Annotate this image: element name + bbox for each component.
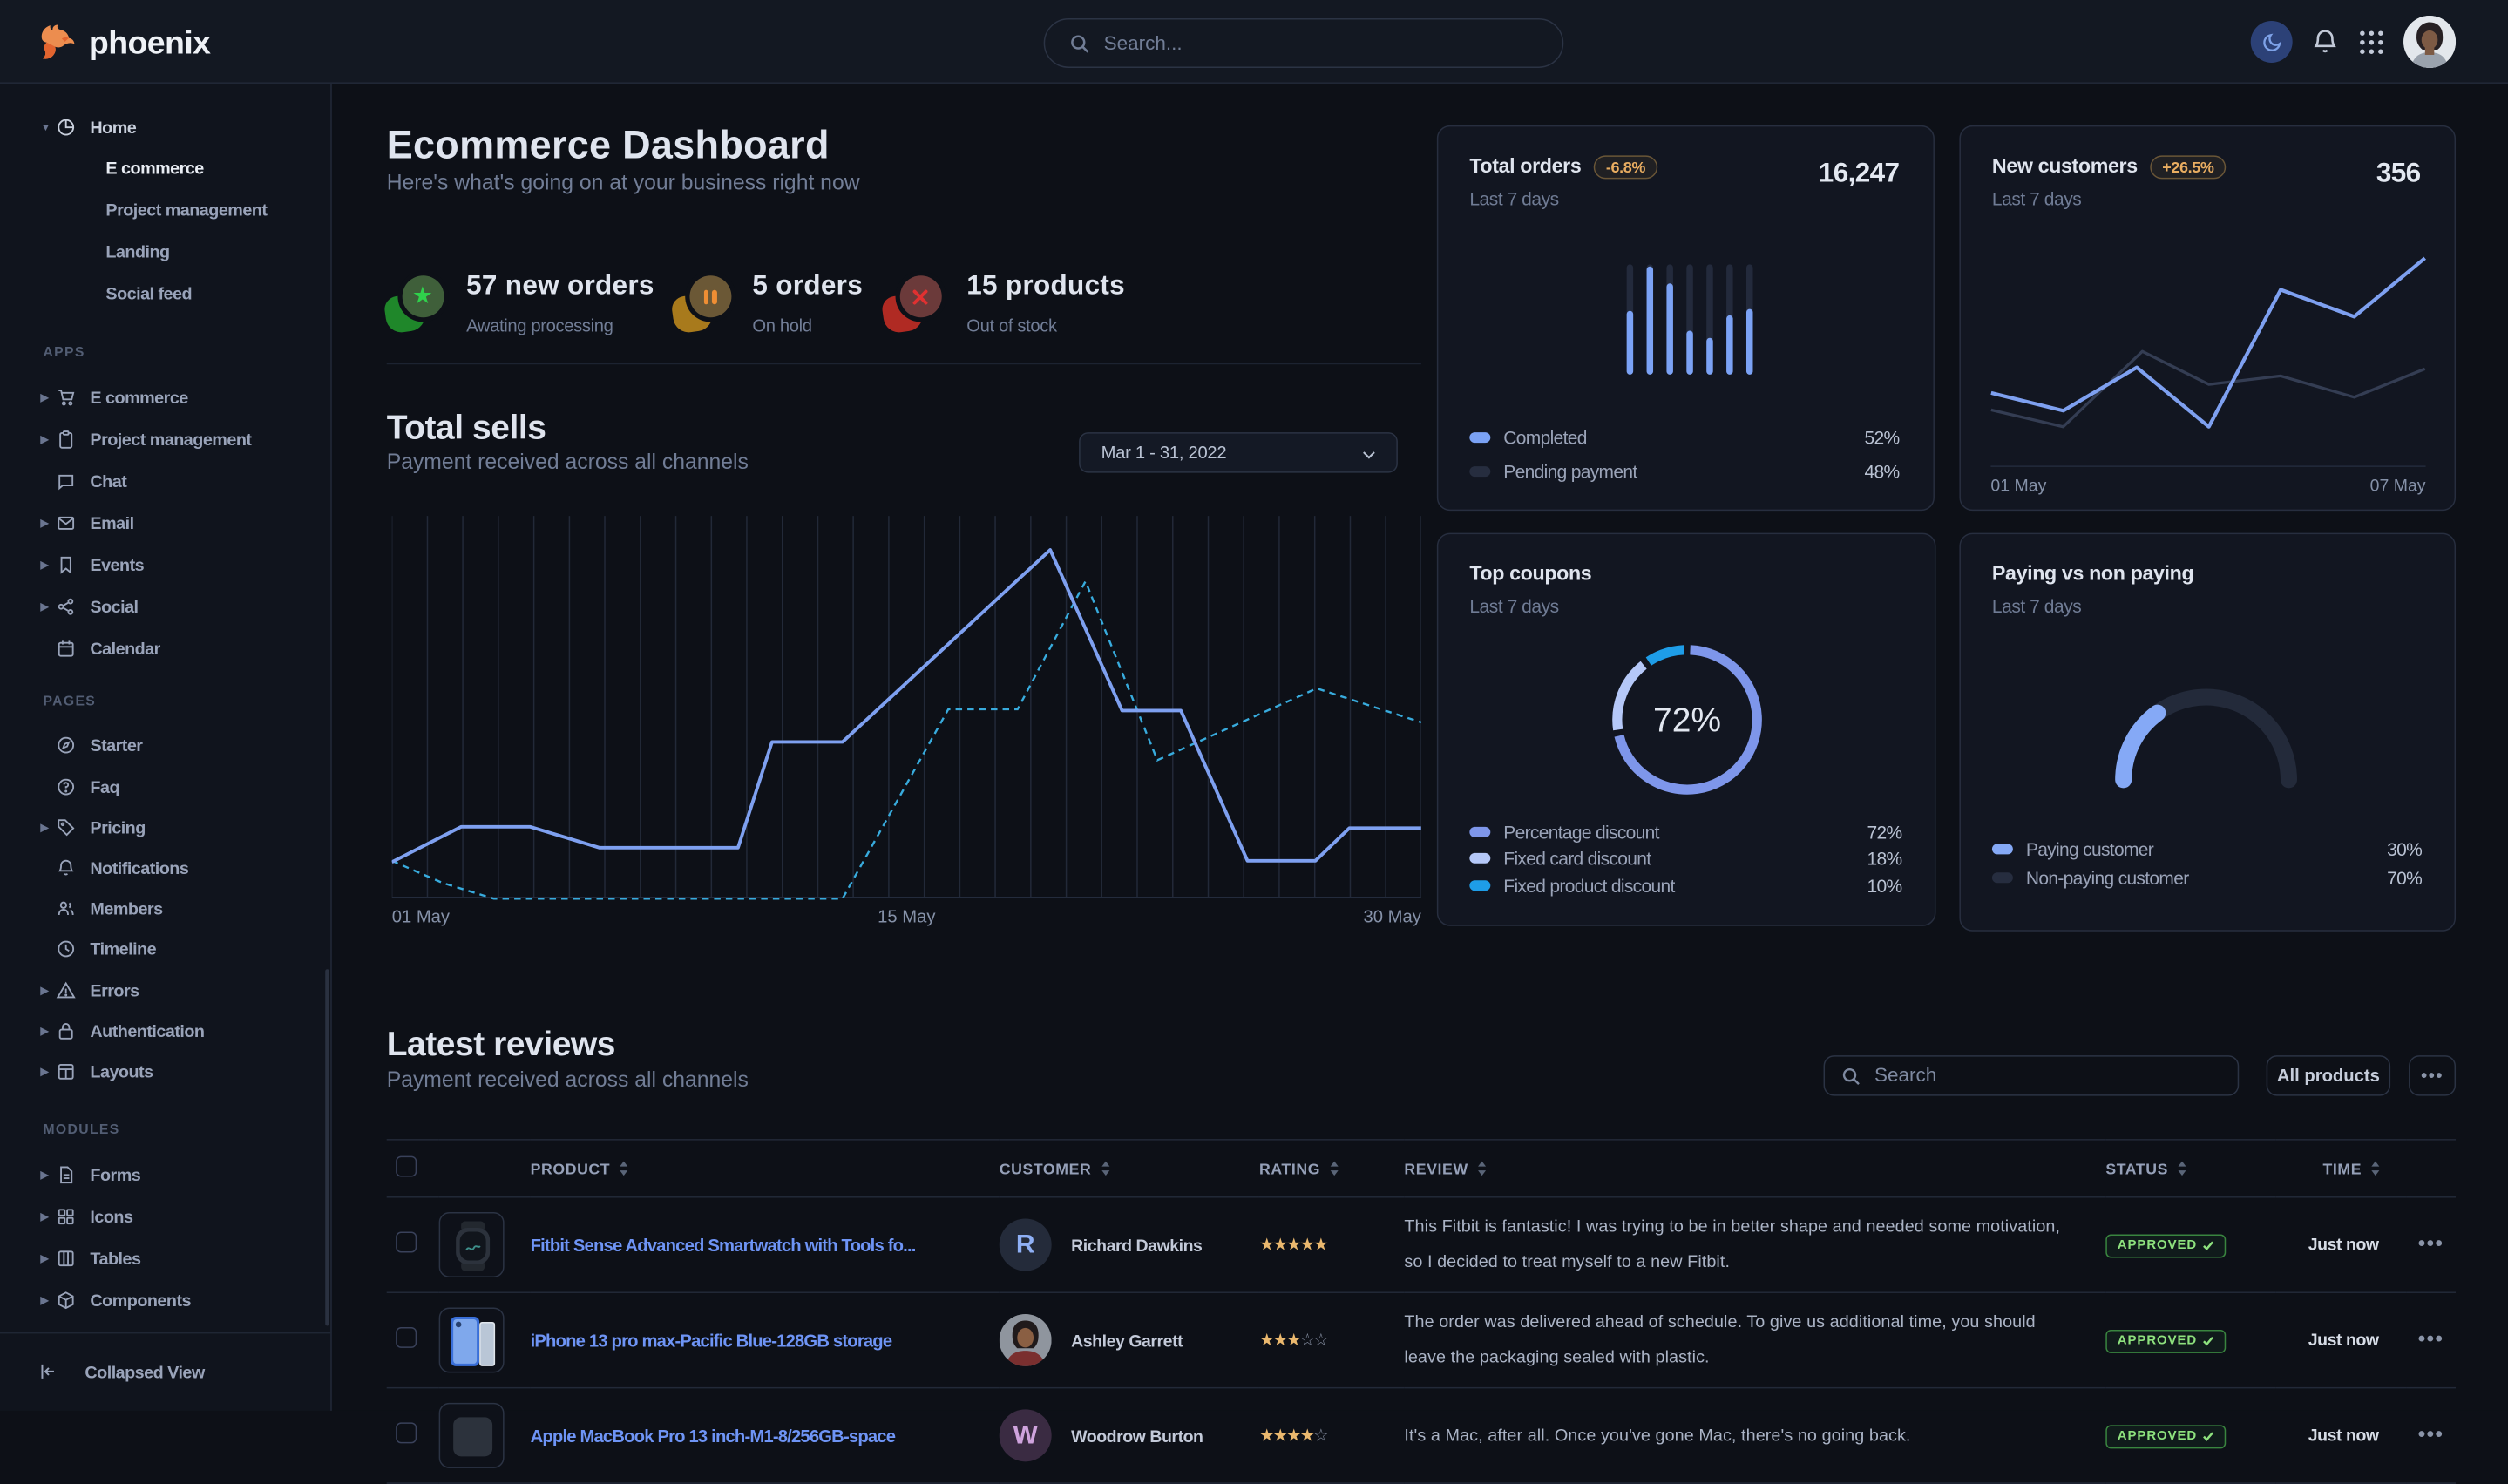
svg-text:72%: 72% [1653, 701, 1721, 739]
